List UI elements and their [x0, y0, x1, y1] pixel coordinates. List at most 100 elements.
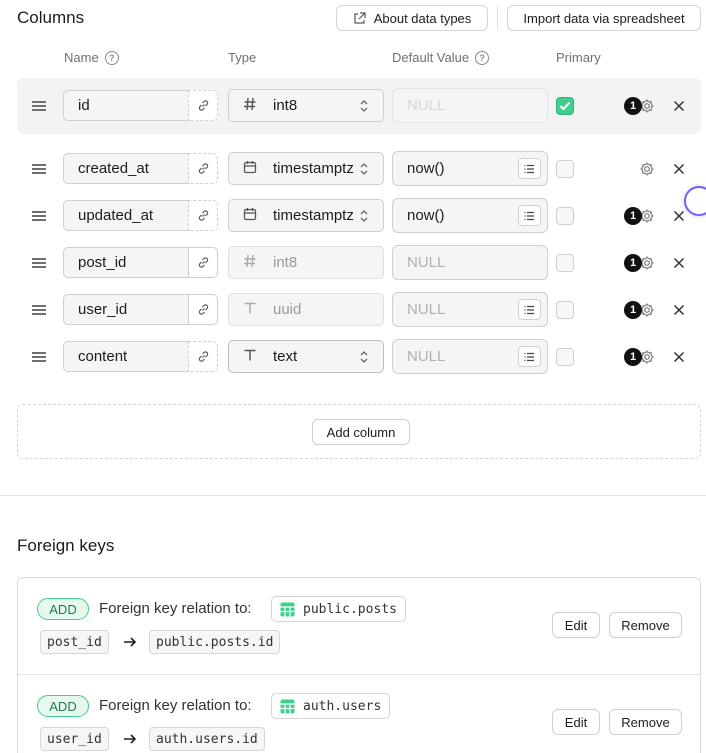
close-icon[interactable] [672, 350, 686, 364]
remove-foreign-key-button[interactable]: Remove [609, 709, 682, 735]
default-value-text: now() [407, 207, 445, 224]
calendar-icon [243, 207, 257, 225]
column-type-select[interactable]: timestamptz [228, 152, 384, 185]
drag-handle-icon[interactable] [32, 101, 46, 111]
external-link-icon [354, 11, 366, 24]
help-icon[interactable]: ? [104, 50, 119, 65]
source-column-chip: post_id [40, 630, 109, 654]
target-column-chip: public.posts.id [149, 630, 281, 654]
foreign-key-link-button[interactable] [188, 200, 218, 231]
arrow-right-icon [124, 734, 137, 744]
default-value-text: NULL [407, 97, 446, 114]
column-name-input[interactable]: id [63, 90, 188, 121]
default-value-input[interactable]: NULL [392, 292, 548, 327]
close-icon[interactable] [672, 209, 686, 223]
help-icon[interactable]: ? [475, 50, 490, 65]
column-name-input[interactable]: user_id [63, 294, 188, 325]
notification-count-badge: 1 [624, 97, 642, 115]
column-type-label: int8 [273, 97, 298, 114]
table-icon [280, 699, 295, 713]
column-name-input[interactable]: updated_at [63, 200, 188, 231]
default-value-text: NULL [407, 348, 446, 365]
foreign-key-text: Foreign key relation to: [99, 697, 252, 714]
primary-key-checkbox[interactable] [556, 254, 574, 272]
notification-count-badge: 1 [624, 301, 642, 319]
column-row-created_at: created_at timestamptz now() [17, 146, 701, 193]
default-value-input[interactable]: NULL [392, 88, 548, 123]
default-value-list-button[interactable] [518, 299, 541, 320]
checkmark-icon [559, 101, 571, 111]
column-name-input[interactable]: created_at [63, 153, 188, 184]
column-type-select[interactable]: int8 [228, 246, 384, 279]
column-type-label: timestamptz [273, 207, 354, 224]
list-icon [524, 305, 534, 314]
section-divider [0, 495, 706, 496]
add-column-button[interactable]: Add column [312, 419, 410, 445]
notification-count-badge: 1 [624, 207, 642, 225]
column-type-label: timestamptz [273, 160, 354, 177]
default-value-input[interactable]: NULL [392, 339, 548, 374]
arrow-right-icon [124, 637, 137, 647]
column-type-label: text [273, 348, 298, 365]
drag-handle-icon[interactable] [32, 352, 46, 362]
chevron-up-down-icon [360, 210, 368, 222]
foreign-keys-panel: ADD Foreign key relation to: public.post… [17, 577, 701, 753]
drag-handle-icon[interactable] [32, 211, 46, 221]
gear-icon[interactable] [639, 161, 655, 177]
foreign-key-link-button[interactable] [188, 247, 218, 278]
foreign-key-link-button[interactable] [188, 294, 218, 325]
default-value-text: now() [407, 160, 445, 177]
close-icon[interactable] [672, 99, 686, 113]
foreign-key-link-button[interactable] [188, 153, 218, 184]
edit-foreign-key-button[interactable]: Edit [552, 709, 600, 735]
primary-key-checkbox[interactable] [556, 301, 574, 319]
referenced-table-name: auth.users [303, 698, 382, 714]
default-value-list-button[interactable] [518, 205, 541, 226]
primary-key-checkbox[interactable] [556, 207, 574, 225]
default-value-input[interactable]: now() [392, 151, 548, 186]
column-name-input[interactable]: content [63, 341, 188, 372]
drag-handle-icon[interactable] [32, 164, 46, 174]
default-value-input[interactable]: NULL [392, 245, 548, 280]
primary-key-checkbox[interactable] [556, 160, 574, 178]
primary-key-checkbox[interactable] [556, 97, 574, 115]
column-type-label: int8 [273, 254, 298, 271]
column-type-select[interactable]: uuid [228, 293, 384, 326]
close-icon[interactable] [672, 162, 686, 176]
default-value-text: NULL [407, 301, 446, 318]
column-row-user_id: user_id uuid NULL 1 [17, 287, 701, 334]
referenced-table-name: public.posts [303, 601, 397, 617]
chevron-up-down-icon [360, 351, 368, 363]
default-value-list-button[interactable] [518, 158, 541, 179]
about-data-types-button[interactable]: About data types [336, 5, 488, 31]
import-spreadsheet-button[interactable]: Import data via spreadsheet [507, 5, 701, 31]
foreign-key-row: ADD Foreign key relation to: public.post… [18, 578, 700, 674]
table-icon [280, 602, 295, 616]
column-row-content: content text NULL 1 [17, 334, 701, 381]
drag-handle-icon[interactable] [32, 305, 46, 315]
referenced-table-chip: auth.users [271, 693, 391, 719]
link-icon [198, 210, 208, 221]
text-type-icon [243, 348, 257, 366]
close-icon[interactable] [672, 303, 686, 317]
default-value-column-header: Default Value ? [392, 50, 490, 65]
foreign-key-link-button[interactable] [188, 90, 218, 121]
list-icon [524, 211, 534, 220]
primary-key-checkbox[interactable] [556, 348, 574, 366]
source-column-chip: user_id [40, 727, 109, 751]
column-type-select[interactable]: timestamptz [228, 199, 384, 232]
column-name-input[interactable]: post_id [63, 247, 188, 278]
primary-column-header: Primary [556, 50, 601, 65]
drag-handle-icon[interactable] [32, 258, 46, 268]
close-icon[interactable] [672, 256, 686, 270]
assistant-avatar-icon[interactable] [684, 186, 706, 216]
column-type-select[interactable]: text [228, 340, 384, 373]
remove-foreign-key-button[interactable]: Remove [609, 612, 682, 638]
foreign-key-link-button[interactable] [188, 341, 218, 372]
column-type-select[interactable]: int8 [228, 89, 384, 122]
default-value-input[interactable]: now() [392, 198, 548, 233]
edit-foreign-key-button[interactable]: Edit [552, 612, 600, 638]
referenced-table-chip: public.posts [271, 596, 406, 622]
column-row-id: id int8 NULL 1 [17, 78, 701, 134]
default-value-list-button[interactable] [518, 346, 541, 367]
